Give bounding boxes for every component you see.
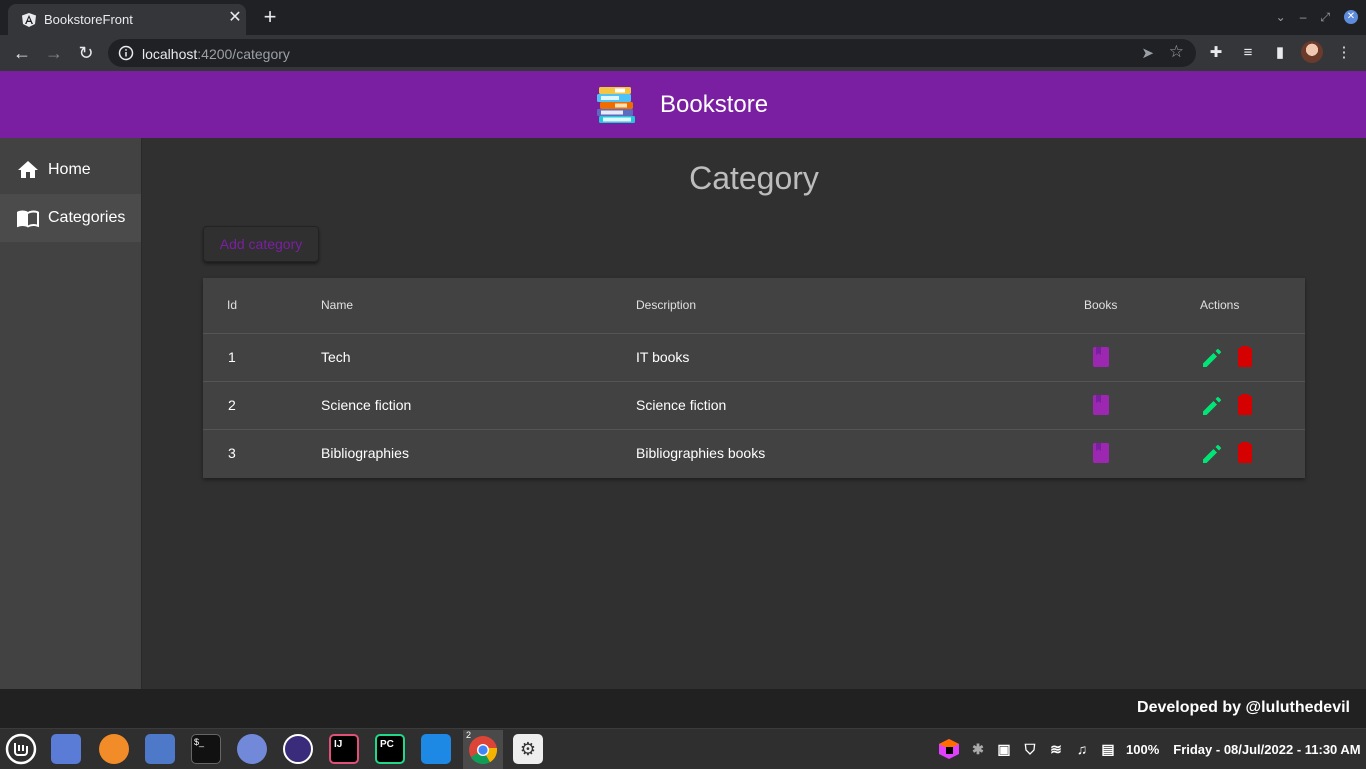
info-icon[interactable] [118, 45, 134, 61]
mint-menu-icon[interactable] [5, 733, 37, 765]
cell-id: 1 [228, 349, 236, 365]
address-bar[interactable]: localhost:4200/category ➤ ☆ [108, 39, 1196, 67]
url-text: localhost:4200/category [142, 46, 290, 62]
delete-icon[interactable] [1235, 442, 1255, 464]
app-header: Bookstore [0, 71, 1366, 138]
chrome-icon [469, 736, 498, 764]
bluetooth-icon[interactable]: ✱ [970, 741, 986, 757]
cell-name: Tech [321, 349, 351, 365]
footer-credit: Developed by @luluthedevil [1137, 699, 1350, 716]
reading-list-icon[interactable]: ≡ [1236, 41, 1260, 65]
books-logo-icon [597, 87, 635, 123]
clock[interactable]: Friday - 08/Jul/2022 - 11:30 AM [1173, 742, 1360, 757]
column-header-books: Books [1084, 298, 1118, 312]
music-note-icon[interactable]: ♫ [1074, 741, 1090, 757]
tab-close-icon[interactable]: ✕ [226, 9, 244, 27]
browser-tab-bar: BookstoreFront ✕ + ⌄ – ⤢ ✕ [0, 0, 1366, 35]
pycharm-icon[interactable]: PC [375, 734, 405, 764]
battery-icon[interactable]: ▤ [1100, 741, 1116, 757]
back-icon[interactable]: ← [10, 41, 34, 65]
cell-description: Bibliographies books [636, 445, 766, 461]
extensions-icon[interactable]: ✚ [1204, 41, 1228, 65]
jetbrains-toolbox-icon[interactable] [938, 738, 960, 760]
edit-pencil-icon[interactable] [1202, 442, 1222, 464]
category-table: Id Name Description Books Actions 1 Tech… [203, 278, 1305, 478]
sidebar-item-label: Categories [48, 209, 126, 226]
side-panel-icon[interactable]: ▮ [1268, 41, 1292, 65]
profile-avatar[interactable] [1301, 41, 1323, 63]
edit-pencil-icon[interactable] [1202, 394, 1222, 416]
show-desktop-icon[interactable] [51, 734, 81, 764]
app-title: Bookstore [660, 91, 769, 118]
column-header-actions: Actions [1200, 298, 1240, 312]
app-footer: Developed by @luluthedevil [0, 689, 1366, 728]
restore-icon[interactable]: ⤢ [1320, 10, 1330, 25]
url-host: localhost [142, 46, 198, 62]
new-tab-button[interactable]: + [258, 6, 282, 30]
table-row: 2 Science fiction Science fiction [203, 381, 1305, 429]
eclipse-icon[interactable] [283, 734, 313, 764]
menu-book-icon [17, 210, 39, 228]
book-icon[interactable] [1091, 346, 1111, 368]
sidebar: Home Categories [0, 138, 142, 689]
angular-favicon-icon [22, 13, 36, 27]
reload-icon[interactable]: ↻ [74, 41, 98, 65]
minimize-icon[interactable]: – [1300, 10, 1307, 24]
table-row: 3 Bibliographies Bibliographies books [203, 429, 1305, 477]
wifi-icon[interactable]: ≋ [1048, 741, 1064, 757]
page-title: Category [689, 160, 819, 196]
sidebar-item-label: Home [48, 161, 91, 178]
clipboard-icon[interactable]: ▣ [996, 741, 1012, 757]
table-row: 1 Tech IT books [203, 333, 1305, 381]
column-header-description: Description [636, 298, 697, 312]
edit-pencil-icon[interactable] [1202, 346, 1222, 368]
cell-name: Science fiction [321, 397, 412, 413]
column-header-name: Name [321, 298, 354, 312]
window-close-icon[interactable]: ✕ [1344, 10, 1358, 24]
sidebar-item-home[interactable]: Home [0, 146, 141, 194]
battery-percent: 100% [1126, 741, 1160, 757]
intellij-icon[interactable]: IJ [329, 734, 359, 764]
tab-search-icon[interactable]: ⌄ [1276, 10, 1286, 24]
cell-description: Science fiction [636, 397, 727, 413]
delete-icon[interactable] [1235, 346, 1255, 368]
book-icon[interactable] [1091, 394, 1111, 416]
bookmark-star-icon[interactable]: ☆ [1169, 42, 1184, 62]
column-header-id: Id [227, 298, 238, 312]
browser-tab[interactable]: BookstoreFront ✕ [8, 4, 246, 35]
firefox-icon[interactable] [99, 734, 129, 764]
cell-id: 3 [228, 445, 236, 461]
url-path: :4200/category [197, 46, 290, 62]
more-menu-icon[interactable]: ⋮ [1332, 41, 1356, 65]
vscode-icon[interactable] [421, 734, 451, 764]
browser-toolbar: ← → ↻ localhost:4200/category ➤ ☆ ✚ ≡ ▮ … [0, 35, 1366, 71]
system-tray: ✱ ▣ ⛉ ≋ ♫ ▤ 100% Friday - 08/Jul/2022 - … [938, 729, 1361, 769]
discord-icon[interactable] [237, 734, 267, 764]
files-icon[interactable] [145, 734, 175, 764]
sidebar-item-categories[interactable]: Categories [0, 194, 141, 242]
os-taskbar: $_ IJ PC 2 ⚙ ✱ ▣ ⛉ ≋ ♫ ▤ 100% Friday - 0… [0, 728, 1366, 769]
cell-name: Bibliographies [321, 445, 409, 461]
home-icon [18, 161, 38, 178]
shield-icon[interactable]: ⛉ [1022, 741, 1038, 757]
cell-description: IT books [636, 349, 690, 365]
send-tab-icon[interactable]: ➤ [1141, 44, 1154, 62]
delete-icon[interactable] [1235, 394, 1255, 416]
forward-icon[interactable]: → [42, 41, 66, 65]
chrome-task-active[interactable]: 2 [463, 730, 503, 769]
terminal-icon[interactable]: $_ [191, 734, 221, 764]
book-icon[interactable] [1091, 442, 1111, 464]
settings-gear-icon[interactable]: ⚙ [513, 734, 543, 764]
window-controls: ⌄ – ⤢ ✕ [1276, 9, 1358, 25]
tab-title: BookstoreFront [44, 12, 133, 27]
add-category-button[interactable]: Add category [203, 226, 319, 262]
cell-id: 2 [228, 397, 236, 413]
